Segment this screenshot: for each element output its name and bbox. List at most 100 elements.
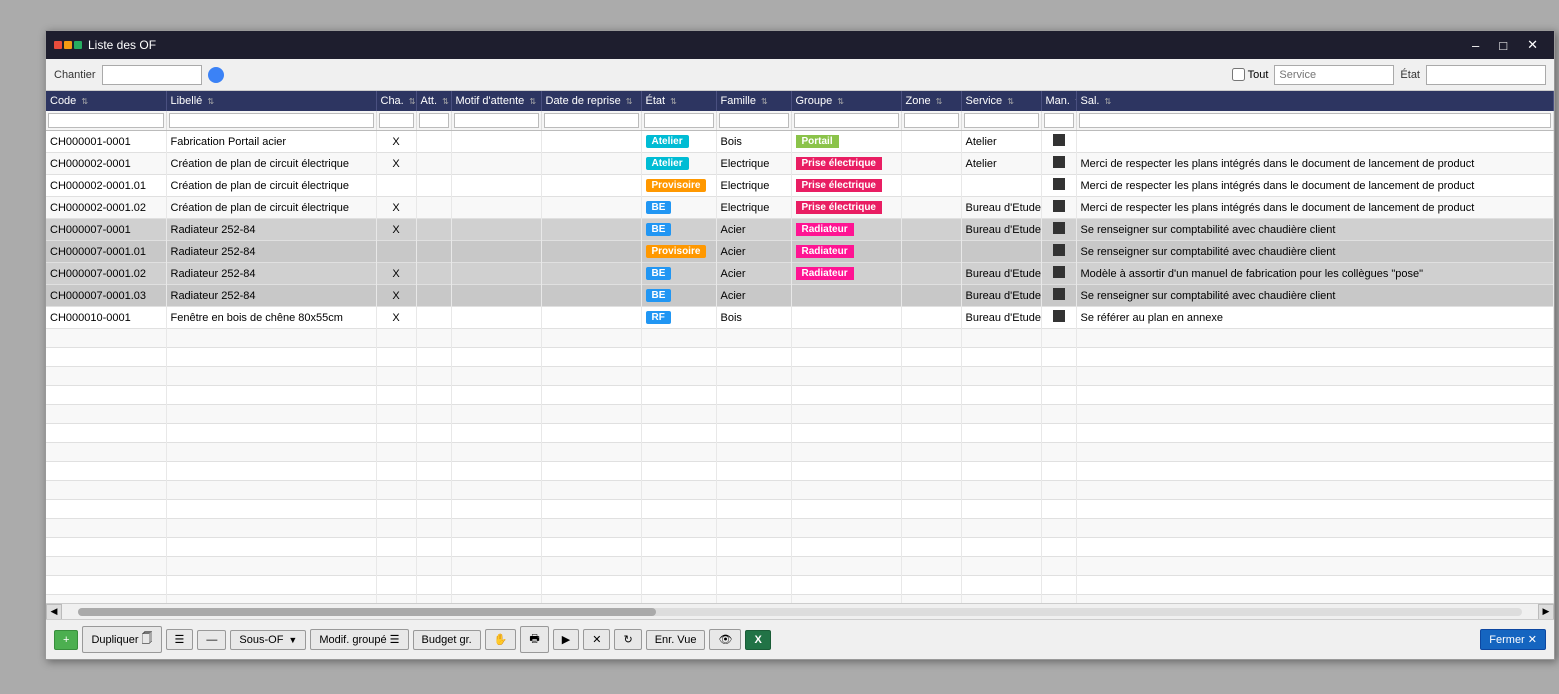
col-header-etat[interactable]: État ⇅ (641, 91, 716, 111)
refresh-button[interactable]: ↻ (614, 629, 641, 650)
chantier-label: Chantier (54, 69, 96, 81)
table-row[interactable]: CH000001-0001 Fabrication Portail acier … (46, 131, 1554, 153)
sous-of-button[interactable]: Sous-OF ▼ (230, 630, 306, 650)
duplicate-button[interactable]: Dupliquer 🗍 (82, 626, 161, 653)
status-badge: Atelier (646, 157, 689, 170)
modif-groupe-button[interactable]: Modif. groupé ☰ (310, 629, 408, 650)
cell-groupe: Radiateur (791, 263, 901, 285)
status-badge: BE (646, 201, 672, 214)
cell-motif (451, 153, 541, 175)
fermer-button[interactable]: Fermer ✕ (1480, 629, 1546, 650)
col-header-cha[interactable]: Cha. ⇅ (376, 91, 416, 111)
table-container[interactable]: Code ⇅ Libellé ⇅ Cha. ⇅ Att. ⇅ Motif d'a… (46, 91, 1554, 603)
main-window: Liste des OF – □ ✕ Chantier Tout État (45, 30, 1555, 660)
man-checkbox[interactable] (1053, 222, 1065, 234)
col-header-att[interactable]: Att. ⇅ (416, 91, 451, 111)
maximize-button[interactable]: □ (1491, 35, 1515, 55)
blue-dot-indicator (208, 67, 224, 83)
col-header-code[interactable]: Code ⇅ (46, 91, 166, 111)
print-button[interactable]: 🖶 (520, 626, 548, 653)
cell-code: CH000007-0001 (46, 219, 166, 241)
tout-checkbox[interactable] (1232, 68, 1245, 81)
cell-motif (451, 175, 541, 197)
chantier-input[interactable] (102, 65, 202, 85)
table-row[interactable]: CH000002-0001.02 Création de plan de cir… (46, 197, 1554, 219)
col-header-sal[interactable]: Sal. ⇅ (1076, 91, 1554, 111)
filter-libelle[interactable] (169, 113, 374, 128)
table-row[interactable]: CH000002-0001 Création de plan de circui… (46, 153, 1554, 175)
cell-libelle: Radiateur 252-84 (166, 263, 376, 285)
col-header-man[interactable]: Man. ⇅ (1041, 91, 1076, 111)
man-checkbox[interactable] (1053, 156, 1065, 168)
filter-att[interactable] (419, 113, 449, 128)
man-checkbox[interactable] (1053, 310, 1065, 322)
stop-button[interactable]: ✕ (583, 629, 610, 650)
col-header-motif[interactable]: Motif d'attente ⇅ (451, 91, 541, 111)
filter-code[interactable] (48, 113, 164, 128)
col-header-libelle[interactable]: Libellé ⇅ (166, 91, 376, 111)
man-checkbox[interactable] (1053, 244, 1065, 256)
filter-motif[interactable] (454, 113, 539, 128)
table-row[interactable]: CH000007-0001.01 Radiateur 252-84 Provis… (46, 241, 1554, 263)
col-header-service[interactable]: Service ⇅ (961, 91, 1041, 111)
cell-famille: Electrique (716, 175, 791, 197)
budget-button[interactable]: Budget gr. (413, 630, 481, 650)
filter-famille[interactable] (719, 113, 789, 128)
window-close-button[interactable]: ✕ (1519, 35, 1546, 55)
man-checkbox[interactable] (1053, 134, 1065, 146)
cell-groupe: Prise électrique (791, 175, 901, 197)
col-header-zone[interactable]: Zone ⇅ (901, 91, 961, 111)
minimize-button[interactable]: – (1464, 35, 1487, 55)
man-checkbox[interactable] (1053, 266, 1065, 278)
play-button[interactable]: ▶ (553, 629, 579, 650)
etat-input[interactable] (1426, 65, 1546, 85)
scroll-track[interactable] (78, 608, 1522, 616)
table-row[interactable]: CH000007-0001 Radiateur 252-84 X BE Acie… (46, 219, 1554, 241)
cell-etat: Provisoire (641, 175, 716, 197)
list-button[interactable]: ☰ (166, 629, 194, 650)
scroll-thumb[interactable] (78, 608, 656, 616)
filter-cha[interactable] (379, 113, 414, 128)
cell-date (541, 285, 641, 307)
excel-button[interactable]: X (745, 630, 770, 650)
service-input[interactable] (1274, 65, 1394, 85)
filter-etat[interactable] (644, 113, 714, 128)
cell-man (1041, 285, 1076, 307)
duplicate-label: Dupliquer (91, 634, 138, 646)
filter-man[interactable] (1044, 113, 1074, 128)
remove-button[interactable]: — (197, 630, 226, 650)
cell-motif (451, 285, 541, 307)
man-checkbox[interactable] (1053, 288, 1065, 300)
cell-cha: X (376, 219, 416, 241)
col-header-famille[interactable]: Famille ⇅ (716, 91, 791, 111)
man-checkbox[interactable] (1053, 178, 1065, 190)
table-row[interactable]: CH000010-0001 Fenêtre en bois de chêne 8… (46, 307, 1554, 329)
empty-row (46, 576, 1554, 595)
filter-sal[interactable] (1079, 113, 1552, 128)
group-badge: Prise électrique (796, 201, 882, 214)
cell-etat: BE (641, 263, 716, 285)
man-checkbox[interactable] (1053, 200, 1065, 212)
scroll-left-button[interactable]: ◀ (46, 604, 62, 620)
cell-man (1041, 131, 1076, 153)
col-header-date[interactable]: Date de reprise ⇅ (541, 91, 641, 111)
table-row[interactable]: CH000002-0001.01 Création de plan de cir… (46, 175, 1554, 197)
add-button[interactable]: + (54, 630, 78, 650)
filter-groupe[interactable] (794, 113, 899, 128)
cell-code: CH000002-0001 (46, 153, 166, 175)
filter-service[interactable] (964, 113, 1039, 128)
table-row[interactable]: CH000007-0001.02 Radiateur 252-84 X BE A… (46, 263, 1554, 285)
cell-etat: BE (641, 285, 716, 307)
save-view-button[interactable]: Enr. Vue (646, 630, 706, 650)
filter-zone[interactable] (904, 113, 959, 128)
table-row[interactable]: CH000007-0001.03 Radiateur 252-84 X BE A… (46, 285, 1554, 307)
filter-date[interactable] (544, 113, 639, 128)
col-header-groupe[interactable]: Groupe ⇅ (791, 91, 901, 111)
bottom-toolbar: + Dupliquer 🗍 ☰ — Sous-OF ▼ Modif. group… (46, 619, 1554, 659)
scroll-right-button[interactable]: ▶ (1538, 604, 1554, 620)
horizontal-scrollbar[interactable]: ◀ ▶ (46, 603, 1554, 619)
eye-button[interactable]: 👁 (709, 629, 741, 650)
hand-button[interactable]: ✋ (485, 629, 517, 650)
cell-motif (451, 241, 541, 263)
cell-zone (901, 175, 961, 197)
